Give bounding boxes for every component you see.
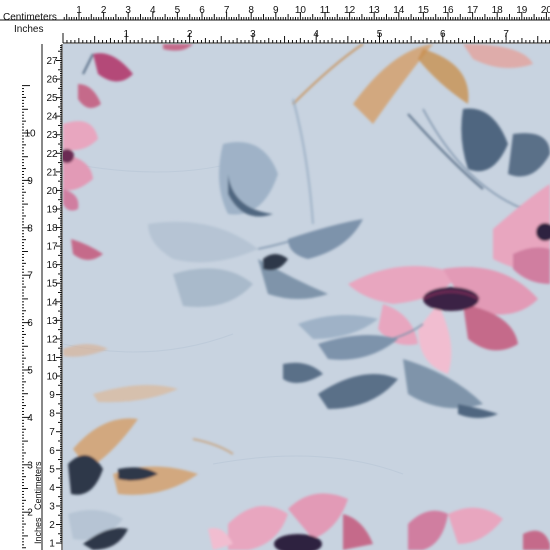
ruler-top-cm-number: 9 xyxy=(273,5,279,16)
ruler-left-cm-number: 9 xyxy=(49,390,55,401)
ruler-top-cm-number: 13 xyxy=(369,5,381,16)
blue-leaf-cluster-center xyxy=(148,98,363,308)
ruler-top-cm-number: 2 xyxy=(101,5,107,16)
pink-bud-left xyxy=(71,239,103,260)
ruler-left-cm-number: 26 xyxy=(46,75,58,86)
ruler-left-cm-number: 2 xyxy=(49,520,55,531)
ruler-top-cm-number: 6 xyxy=(199,5,205,16)
ruler-top-cm-number: 12 xyxy=(344,5,356,16)
pink-flower-bottom-right xyxy=(408,507,550,550)
ruler-left-cm-number: 15 xyxy=(46,279,58,290)
ruler-left-cm-number: 19 xyxy=(46,204,58,215)
ruler-top-cm-number: 3 xyxy=(125,5,131,16)
pink-flower-left-edge xyxy=(63,121,98,211)
leaf-cluster-bottom-left xyxy=(68,418,198,550)
ruler-top-inch-number: 5 xyxy=(377,29,383,40)
ruler-left-cm-number: 27 xyxy=(46,56,58,67)
ruler-left-cm-number: 25 xyxy=(46,93,58,104)
ruler-top-inch-number: 1 xyxy=(124,29,130,40)
ruler-top-cm-number: 7 xyxy=(224,5,230,16)
ruler-top-cm-number: 17 xyxy=(467,5,479,16)
ruler-label-centimeters: Centimeters xyxy=(3,12,57,23)
ruler-top-cm-number: 5 xyxy=(175,5,181,16)
ruler-left-cm-number: 12 xyxy=(46,334,58,345)
ruler-left-inch-number: 8 xyxy=(27,223,33,234)
ruler-top-inch-number: 4 xyxy=(313,29,319,40)
blue-leaf-cluster-right xyxy=(407,108,550,210)
tan-leaf-cluster-top xyxy=(292,44,533,124)
ruler-left-cm-number: 16 xyxy=(46,260,58,271)
ruler-top-cm-number: 15 xyxy=(418,5,430,16)
ruler-label-inches: Inches xyxy=(14,24,44,35)
ruler-left-ticks: 2726252423222120191817161514131211109876… xyxy=(22,44,63,550)
ruler-top-inch-number: 2 xyxy=(187,29,193,40)
ruler-top-cm-number: 18 xyxy=(492,5,504,16)
ruler-left-inch-number: 5 xyxy=(27,366,33,377)
ruler-left-cm-number: 1 xyxy=(49,539,55,550)
ruler-left-cm-number: 6 xyxy=(49,446,55,457)
ruler-left-cm-number: 18 xyxy=(46,223,58,234)
ruler-left-cm-number: 21 xyxy=(46,167,58,178)
ruler-left: 27 26 25 24 23 22 21 20 19 18 17 16 15 14 13 12 11 10 9 8 7 6… xyxy=(0,44,63,550)
ruler-left-cm-number: 5 xyxy=(49,464,55,475)
ruler-left-cm-number: 11 xyxy=(47,353,58,364)
ruler-left-cm-number: 14 xyxy=(46,297,58,308)
ruler-top-cm-number: 11 xyxy=(320,5,331,16)
floral-print xyxy=(63,44,550,550)
ruler-left-inch-number: 6 xyxy=(27,318,33,329)
ruler-top-inch-number: 7 xyxy=(503,29,509,40)
ruler-left-cm-number: 10 xyxy=(46,372,58,383)
ruler-left-cm-number: 7 xyxy=(49,427,55,438)
ruler-top-cm-number: 1 xyxy=(76,5,82,16)
ruler-top: 1234567891011121314151617181920211234567… xyxy=(0,0,550,44)
ruler-left-cm-number: 24 xyxy=(46,112,58,123)
ruler-left-inch-number: 10 xyxy=(24,129,36,140)
ruler-left-cm-number: 22 xyxy=(46,149,58,160)
ruler-top-cm-number: 4 xyxy=(150,5,156,16)
ruler-left-inch-number: 4 xyxy=(27,413,33,424)
ruler-top-inch-number: 3 xyxy=(250,29,256,40)
fabric-swatch xyxy=(63,44,550,550)
ruler-side-label-inches: Inches xyxy=(33,517,43,544)
ruler-top-inch-number: 6 xyxy=(440,29,446,40)
ruler-left-cm-number: 3 xyxy=(49,501,55,512)
ruler-side-label-centimeters: Centimeters xyxy=(33,461,43,510)
ruler-top-cm-number: 8 xyxy=(248,5,254,16)
pink-flower-bottom-center xyxy=(208,493,373,550)
ruler-top-cm-number: 16 xyxy=(442,5,454,16)
ruler-top-cm-number: 14 xyxy=(393,5,405,16)
pink-buds-top-left xyxy=(78,44,193,108)
ruler-left-cm-number: 4 xyxy=(49,483,55,494)
ruler-left-cm-number: 23 xyxy=(46,130,58,141)
pink-flower-right-edge xyxy=(493,184,550,284)
ruler-left-cm-number: 20 xyxy=(46,186,58,197)
ruler-left-inch-number: 9 xyxy=(27,176,33,187)
ruler-top-cm-number: 10 xyxy=(295,5,307,16)
ruler-top-cm-number: 19 xyxy=(516,5,528,16)
ruler-left-cm-number: 13 xyxy=(46,316,58,327)
ruler-left-cm-number: 17 xyxy=(46,242,58,253)
ruler-top-cm-number: 20 xyxy=(541,5,550,16)
ruler-left-cm-number: 8 xyxy=(49,409,55,420)
ruler-top-ticks: 1234567891011121314151617181920211234567… xyxy=(0,5,550,44)
ruler-left-inch-number: 7 xyxy=(27,271,33,282)
